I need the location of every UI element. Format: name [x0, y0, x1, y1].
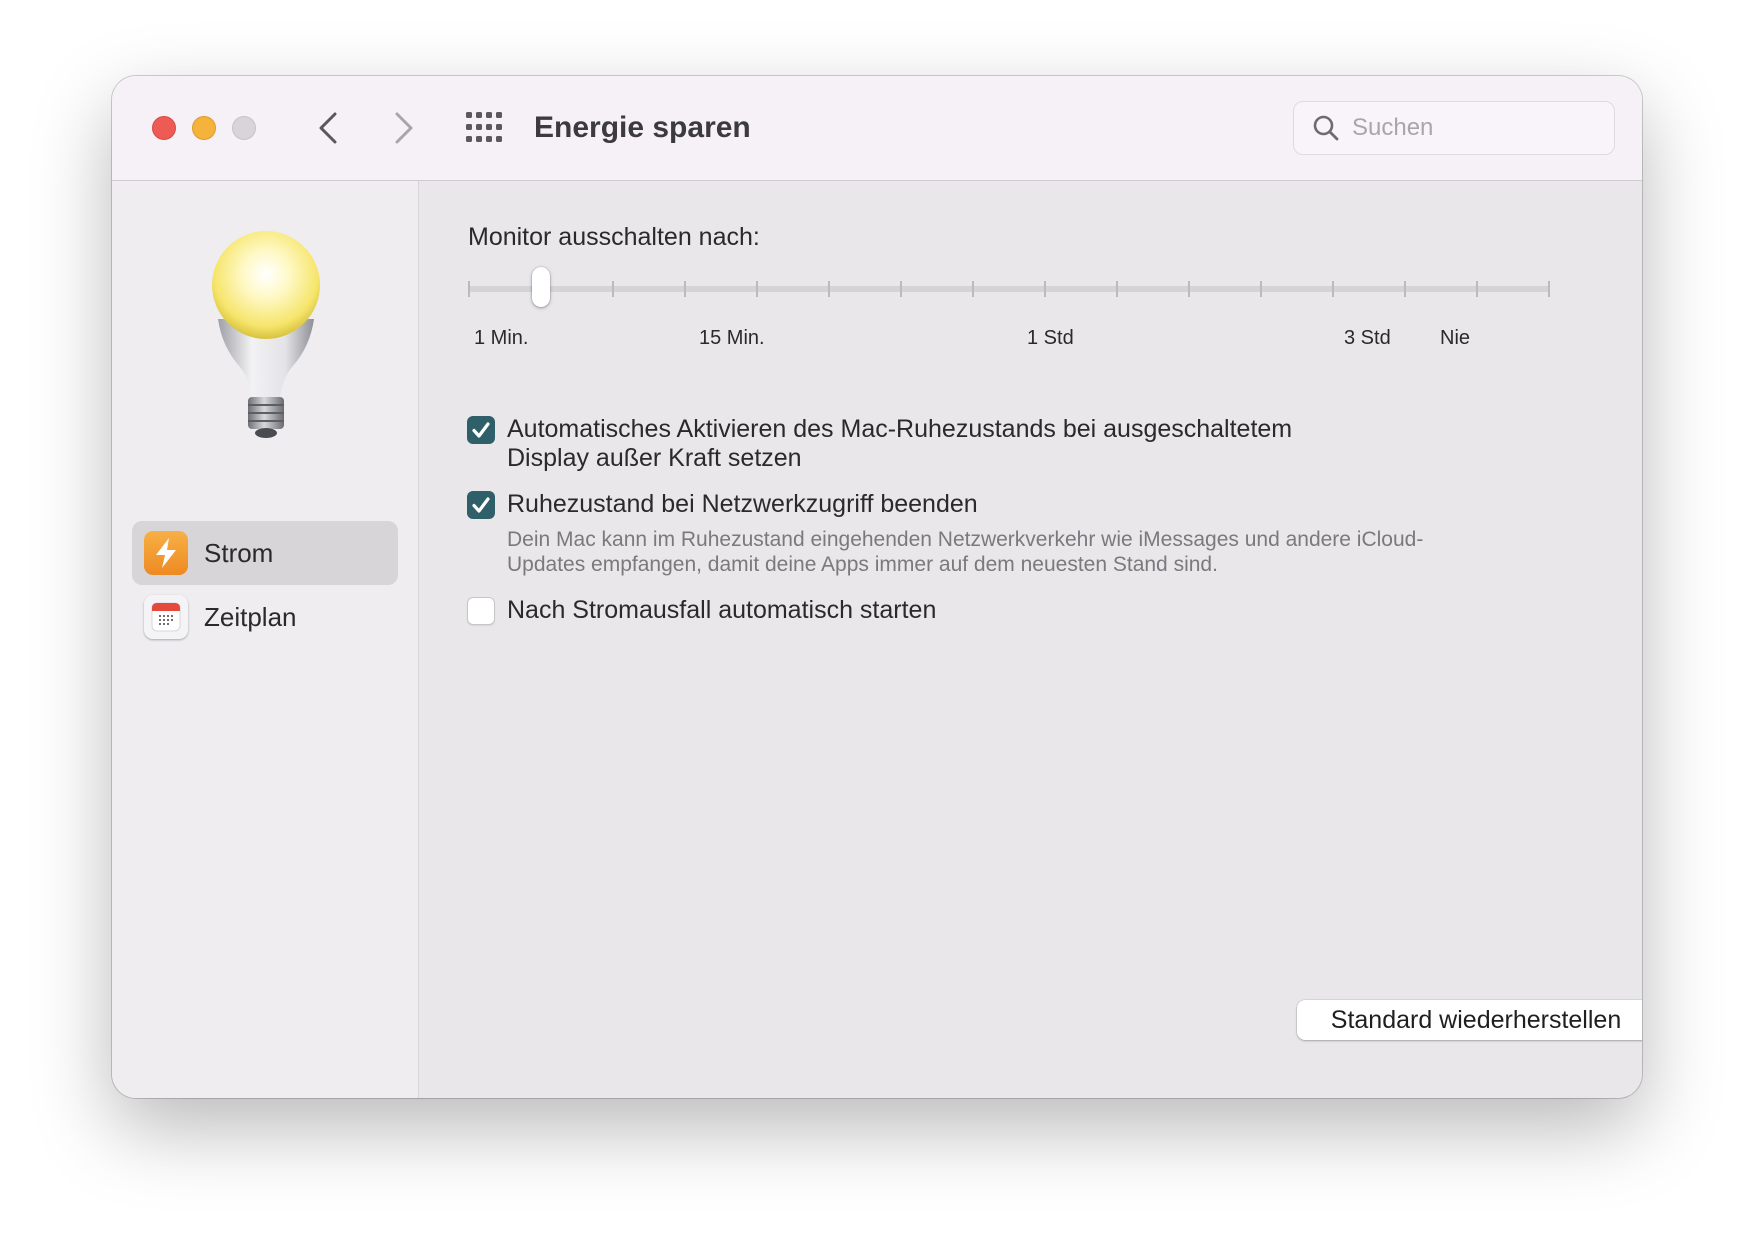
slider-tick — [1332, 281, 1334, 297]
bolt-icon — [144, 531, 188, 575]
slider-tick — [1548, 281, 1550, 297]
slider-tick — [612, 281, 614, 297]
wake-network-label: Ruhezustand bei Netzwerkzugriff beenden — [507, 490, 978, 518]
slider-thumb[interactable] — [532, 267, 550, 307]
slider-tick — [972, 281, 974, 297]
tick-label-1-std: 1 Std — [1027, 327, 1074, 349]
checkmark-icon — [472, 497, 490, 513]
tick-label-nie: Nie — [1440, 327, 1471, 349]
wake-network-help-line2: Updates empfangen, damit deine Apps imme… — [507, 553, 1218, 576]
wake-network-checkbox[interactable] — [467, 491, 495, 519]
display-sleep-label: Monitor ausschalten nach: — [468, 223, 760, 251]
zoom-window-button — [232, 116, 256, 140]
restore-defaults-button[interactable]: Standard wiederherstellen — [1297, 1000, 1642, 1040]
sidebar-item-label: Zeitplan — [204, 601, 297, 632]
title-bar: Energie sparen — [112, 76, 1642, 181]
wake-network-help-line1: Dein Mac kann im Ruhezustand eingehenden… — [507, 528, 1424, 551]
auto-restart-checkbox[interactable] — [467, 597, 495, 625]
tick-label-15-min: 15 Min. — [699, 327, 765, 349]
calendar-icon — [144, 595, 188, 639]
chevron-right-icon — [395, 112, 413, 144]
display-sleep-slider[interactable] — [468, 265, 1550, 313]
sidebar-item-zeitplan[interactable]: Zeitplan — [132, 585, 398, 649]
search-icon — [1313, 115, 1339, 141]
slider-tick — [1044, 281, 1046, 297]
show-all-button[interactable] — [464, 110, 504, 146]
window-title: Energie sparen — [534, 111, 751, 144]
slider-tick — [1404, 281, 1406, 297]
slider-tick — [468, 281, 470, 297]
slider-tick — [1260, 281, 1262, 297]
checkmark-icon — [472, 422, 490, 438]
slider-track — [468, 286, 1550, 292]
preferences-window: Energie sparen Suchen Strom Zeitplan Mon… — [112, 76, 1642, 1098]
sidebar-item-label: Strom — [204, 537, 274, 568]
prevent-sleep-label-line1: Automatisches Aktivieren des Mac-Ruhezus… — [507, 415, 1293, 443]
search-input[interactable] — [1350, 113, 1594, 143]
sidebar: Strom Zeitplan — [112, 181, 419, 1098]
slider-tick — [900, 281, 902, 297]
slider-tick — [1476, 281, 1478, 297]
prevent-sleep-label-line2: Display außer Kraft setzen — [507, 444, 802, 472]
slider-tick — [1116, 281, 1118, 297]
close-window-button[interactable] — [152, 116, 176, 140]
slider-tick — [828, 281, 830, 297]
grid-icon — [466, 112, 502, 142]
prevent-sleep-checkbox[interactable] — [467, 416, 495, 444]
minimize-window-button[interactable] — [192, 116, 216, 140]
tick-label-1-min: 1 Min. — [474, 327, 529, 349]
light-bulb-icon — [212, 231, 320, 438]
forward-button[interactable] — [382, 104, 426, 152]
slider-tick — [684, 281, 686, 297]
tick-label-3-std: 3 Std — [1344, 327, 1391, 349]
main-panel: Monitor ausschalten nach: 1 Min. 15 Min.… — [419, 181, 1642, 1098]
slider-tick — [756, 281, 758, 297]
sidebar-item-strom[interactable]: Strom — [132, 521, 398, 585]
back-button[interactable] — [306, 104, 350, 152]
search-field[interactable] — [1293, 101, 1615, 155]
chevron-left-icon — [319, 112, 337, 144]
slider-tick — [1188, 281, 1190, 297]
auto-restart-label: Nach Stromausfall automatisch starten — [507, 596, 937, 624]
